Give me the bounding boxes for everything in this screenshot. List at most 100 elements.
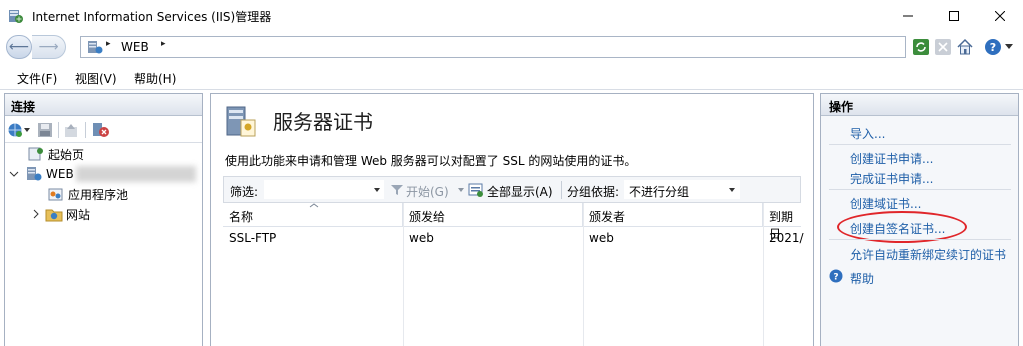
toolbar-divider — [85, 122, 86, 138]
close-button[interactable] — [977, 0, 1023, 32]
iis-app-icon — [9, 10, 23, 23]
column-issued-to[interactable]: 颁发给 — [403, 203, 583, 227]
table-row[interactable]: SSL-FTP web web 2021/ — [223, 228, 804, 248]
server-certificate-icon — [226, 106, 256, 137]
column-header-label: 颁发给 — [409, 210, 446, 224]
chevron-down-icon[interactable] — [374, 188, 380, 193]
chevron-down-icon[interactable] — [24, 128, 30, 133]
svg-text:?: ? — [833, 273, 838, 283]
group-by-select[interactable]: 不进行分组 — [624, 180, 740, 199]
up-level-icon[interactable] — [63, 122, 79, 138]
column-name[interactable]: 名称 — [223, 203, 403, 227]
back-button[interactable]: ⟵ — [6, 35, 32, 59]
action-import[interactable]: 导入... — [850, 125, 885, 142]
svg-text:?: ? — [990, 41, 996, 54]
column-expiry[interactable]: 到期日 — [763, 203, 801, 241]
divider — [829, 239, 1011, 240]
page-description: 使用此功能来申请和管理 Web 服务器可以对配置了 SSL 的网站使用的证书。 — [225, 154, 637, 168]
iis-manager-window: Internet Information Services (IIS)管理器 ⟵… — [0, 0, 1023, 346]
sites-folder-icon — [45, 209, 63, 222]
show-all-button[interactable]: 全部显示(A) — [487, 183, 553, 200]
menu-bar: 文件(F) 视图(V) 帮助(H) — [0, 64, 1023, 90]
chevron-down-icon[interactable] — [458, 188, 464, 193]
arrow-right-icon: ⟶ — [38, 39, 59, 55]
chevron-down-icon[interactable] — [9, 169, 19, 179]
action-create-cert-request[interactable]: 创建证书申请... — [850, 150, 933, 167]
disconnect-icon[interactable] — [92, 122, 110, 138]
connections-toolbar — [5, 117, 202, 143]
connect-globe-icon[interactable] — [7, 122, 23, 138]
menu-view[interactable]: 视图(V) — [75, 70, 117, 87]
connections-panel: 连接 起始页 WEB 应用程序池 网站 — [4, 93, 203, 346]
save-icon[interactable] — [37, 122, 53, 138]
action-auto-rebind[interactable]: 允许自动重新绑定续订的证书 — [850, 246, 1006, 263]
server-certificates-pane: 服务器证书 使用此功能来申请和管理 Web 服务器可以对配置了 SSL 的网站使… — [210, 93, 814, 346]
start-filter-button[interactable]: 开始(G) — [406, 183, 449, 200]
column-divider — [403, 203, 404, 346]
chevron-right-icon[interactable] — [31, 209, 41, 219]
group-by-value: 不进行分组 — [629, 185, 690, 199]
action-help[interactable]: 帮助 — [850, 270, 874, 287]
help-icon[interactable]: ? — [984, 38, 1002, 56]
show-all-icon — [468, 183, 483, 197]
minimize-icon — [903, 15, 913, 17]
toolbar-divider — [58, 122, 59, 138]
tree-item-web-server[interactable]: WEB — [9, 164, 196, 184]
menu-help[interactable]: 帮助(H) — [134, 70, 176, 87]
stop-icon[interactable] — [934, 38, 952, 56]
minimize-button[interactable] — [885, 0, 931, 32]
column-header-label: 名称 — [229, 210, 254, 224]
address-bar[interactable]: ▸ WEB ▸ — [80, 36, 906, 58]
refresh-icon[interactable] — [912, 38, 930, 56]
connections-title: 连接 — [11, 100, 36, 114]
tree-item-label: 网站 — [66, 207, 91, 222]
action-create-domain-cert[interactable]: 创建域证书... — [850, 195, 921, 212]
chevron-down-icon — [729, 188, 735, 192]
tree-item-label: 起始页 — [48, 147, 85, 162]
forward-button[interactable]: ⟶ — [32, 35, 66, 59]
actions-panel: 操作 导入... 创建证书申请... 完成证书申请... 创建域证书... 创建… — [820, 93, 1019, 346]
title-bar: Internet Information Services (IIS)管理器 — [0, 0, 1023, 32]
breadcrumb-web[interactable]: WEB — [121, 40, 149, 54]
window-title: Internet Information Services (IIS)管理器 — [32, 10, 272, 24]
divider — [829, 144, 1011, 145]
arrow-left-icon: ⟵ — [8, 39, 30, 55]
menu-file[interactable]: 文件(F) — [17, 70, 57, 87]
toolbar-divider — [561, 181, 562, 199]
redacted-region — [75, 166, 196, 182]
certificate-table-header: 名称 颁发给 颁发者 到期日 — [223, 203, 801, 241]
action-complete-cert-request[interactable]: 完成证书申请... — [850, 170, 933, 187]
column-issuer[interactable]: 颁发者 — [583, 203, 763, 227]
filter-input[interactable] — [264, 180, 384, 199]
sort-ascending-icon — [309, 203, 319, 208]
tree-item-sites[interactable]: 网站 — [31, 204, 90, 224]
help-icon: ? — [829, 269, 843, 283]
server-icon — [88, 41, 103, 54]
column-divider — [763, 203, 764, 346]
server-icon — [27, 167, 42, 181]
app-pool-icon — [48, 188, 63, 201]
maximize-icon — [949, 11, 959, 21]
tree-item-label: 应用程序池 — [68, 187, 129, 202]
close-icon — [995, 11, 1005, 21]
filter-label: 筛选: — [230, 185, 259, 199]
cell-name: SSL-FTP — [229, 231, 277, 245]
cell-issuer: web — [589, 231, 614, 245]
divider — [829, 189, 1011, 190]
tree-item-app-pools[interactable]: 应用程序池 — [47, 184, 128, 204]
start-page-icon — [28, 147, 43, 161]
breadcrumb-separator[interactable]: ▸ — [161, 39, 166, 49]
page-title: 服务器证书 — [273, 110, 373, 134]
cell-expiry: 2021/ — [769, 231, 804, 245]
home-icon[interactable] — [956, 38, 974, 56]
cell-issued-to: web — [409, 231, 434, 245]
chevron-down-icon[interactable] — [1005, 44, 1013, 50]
actions-title: 操作 — [829, 100, 854, 114]
tree-item-label: WEB — [46, 167, 74, 181]
breadcrumb-separator: ▸ — [106, 39, 111, 49]
column-header-label: 颁发者 — [589, 210, 626, 224]
filter-toolbar: 筛选: 开始(G) 全部显示(A) 分组依据: 不进行分组 — [223, 176, 801, 203]
maximize-button[interactable] — [931, 0, 977, 32]
tree-item-start-page[interactable]: 起始页 — [27, 144, 84, 164]
connections-header: 连接 — [5, 94, 202, 116]
